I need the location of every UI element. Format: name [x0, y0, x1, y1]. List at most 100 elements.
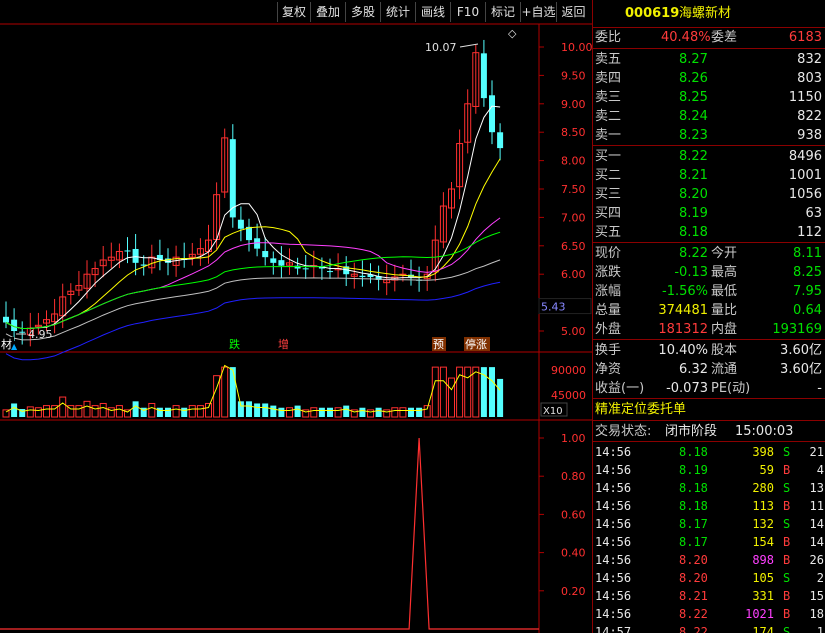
- volume-bar: [75, 405, 83, 418]
- candle-body: [302, 268, 309, 270]
- volume-bar: [196, 405, 204, 418]
- fundamental-row: 收益(一) -0.073 PE(动) -: [595, 381, 822, 396]
- volume-bar: [375, 407, 382, 417]
- candle-body: [3, 316, 9, 323]
- diamond-icon: ◇: [508, 27, 517, 40]
- volume-bar: [334, 407, 342, 418]
- volume-bar: [497, 378, 504, 417]
- ask-row: 卖一 8.23 938: [595, 128, 822, 143]
- quote-row: 涨跌 -0.13 最高 8.25: [595, 265, 822, 280]
- trade-row: 14:56 8.20 898 B 26: [595, 553, 824, 567]
- volume-bar: [399, 407, 407, 418]
- trade-row: 14:56 8.21 331 B 15: [595, 589, 824, 603]
- price-axis-label: 7.50: [561, 183, 586, 196]
- volume-bar: [464, 366, 472, 418]
- arrow-up-icon: ▲: [11, 342, 18, 351]
- fundamental-row: 净资 6.32 流通 3.60亿: [595, 362, 822, 377]
- candle-body: [489, 95, 495, 133]
- bid-row: 买四 8.19 63: [595, 206, 822, 221]
- trade-row: 14:56 8.18 398 S 21: [595, 445, 824, 459]
- volume-bar: [294, 405, 301, 417]
- trade-row: 14:56 8.17 154 B 14: [595, 535, 824, 549]
- volume-bar: [172, 405, 180, 418]
- volume-bar: [383, 409, 391, 418]
- volume-bar: [115, 405, 123, 418]
- candle-body: [497, 132, 504, 149]
- event-mark-label: 增: [278, 337, 289, 351]
- volume-bar: [59, 396, 67, 418]
- volume-bar: [343, 405, 350, 417]
- volume-axis-label: 90000: [551, 364, 586, 377]
- indicator-axis-label: 0.20: [561, 585, 586, 598]
- volume-bar: [99, 402, 107, 418]
- volume-bar: [221, 366, 229, 418]
- volume-bar: [107, 407, 115, 418]
- moving-average-line: [5, 217, 501, 330]
- volume-bar: [165, 407, 171, 417]
- volume-axis-label: 45000: [551, 389, 586, 402]
- candle-body: [327, 271, 333, 273]
- volume-bar: [408, 407, 414, 417]
- volume-bar: [286, 407, 293, 418]
- trade-status-row: 交易状态: 闭市阶段 15:00:03: [595, 424, 794, 439]
- high-price-label: 10.07: [425, 41, 457, 54]
- chart-area: 10.009.509.008.508.007.507.006.506.005.5…: [0, 23, 592, 633]
- trade-row: 14:57 8.22 174 S 1: [595, 625, 824, 633]
- volume-bar: [391, 407, 399, 418]
- volume-bar: [270, 405, 277, 417]
- indicator-axis-label: 0.80: [561, 470, 586, 483]
- candle-body: [124, 250, 131, 252]
- price-axis-label: 5.00: [561, 325, 586, 338]
- volume-bar: [246, 401, 252, 417]
- weicha-value: 6183: [788, 30, 822, 45]
- quote-panel: 000619 海螺新材 委比 40.48% 委差 6183 卖五 8.27 832 卖…: [592, 0, 825, 633]
- price-axis-label: 7.00: [561, 211, 586, 224]
- stock-code: 000619: [625, 6, 680, 21]
- volume-bar: [181, 407, 188, 417]
- volume-bar: [327, 407, 333, 417]
- precision-order-title[interactable]: 精准定位委托单: [593, 400, 825, 419]
- indicator-axis-label: 1.00: [561, 432, 586, 445]
- indicator-axis-label: 0.40: [561, 547, 586, 560]
- moving-average-line: [5, 281, 501, 361]
- quote-row: 外盘 181312 内盘 193169: [595, 322, 822, 337]
- volume-bar: [156, 407, 163, 417]
- fundamental-row: 换手 10.40% 股本 3.60亿: [595, 343, 822, 358]
- volume-bar: [262, 403, 269, 417]
- event-mark-label: 停涨: [465, 337, 487, 351]
- quote-row: 总量 374481 量比 0.64: [595, 303, 822, 318]
- weibi-value: 40.48%: [661, 30, 711, 45]
- ask-row: 卖二 8.24 822: [595, 109, 822, 124]
- stock-header: 000619 海螺新材: [593, 4, 825, 23]
- volume-bar: [431, 366, 439, 418]
- volume-bar: [229, 367, 236, 417]
- volume-bar: [448, 377, 455, 418]
- candle-body: [237, 219, 244, 229]
- volume-bar: [83, 400, 91, 418]
- ask-row: 卖四 8.26 803: [595, 71, 822, 86]
- quote-row: 涨幅 -1.56% 最低 7.95: [595, 284, 822, 299]
- trade-row: 14:56 8.20 105 S 2: [595, 571, 824, 585]
- volume-bar: [310, 407, 318, 418]
- volume-bar: [318, 407, 325, 417]
- volume-bar: [43, 405, 50, 418]
- stock-name: 海螺新材: [679, 6, 732, 21]
- ask-row: 卖五 8.27 832: [595, 52, 822, 67]
- volume-bar: [472, 366, 480, 418]
- candle-body: [278, 260, 285, 266]
- low-price-label: 4.95: [28, 328, 53, 341]
- volume-bar: [278, 407, 285, 417]
- moving-average-line: [5, 105, 501, 330]
- bid-row: 买三 8.20 1056: [595, 187, 822, 202]
- price-axis-label: 6.00: [561, 268, 586, 281]
- trade-row: 14:56 8.17 132 S 14: [595, 517, 824, 531]
- volume-average-line: [5, 364, 501, 413]
- event-mark-label: 预: [433, 338, 444, 351]
- quote-row: 现价 8.22 今开 8.11: [595, 246, 822, 261]
- volume-bar: [34, 407, 42, 418]
- candle-body: [262, 251, 269, 258]
- candle-body: [480, 53, 487, 99]
- volume-bar: [416, 407, 423, 417]
- volume-bar: [148, 402, 156, 418]
- trade-row: 14:56 8.19 59 B 4: [595, 463, 824, 477]
